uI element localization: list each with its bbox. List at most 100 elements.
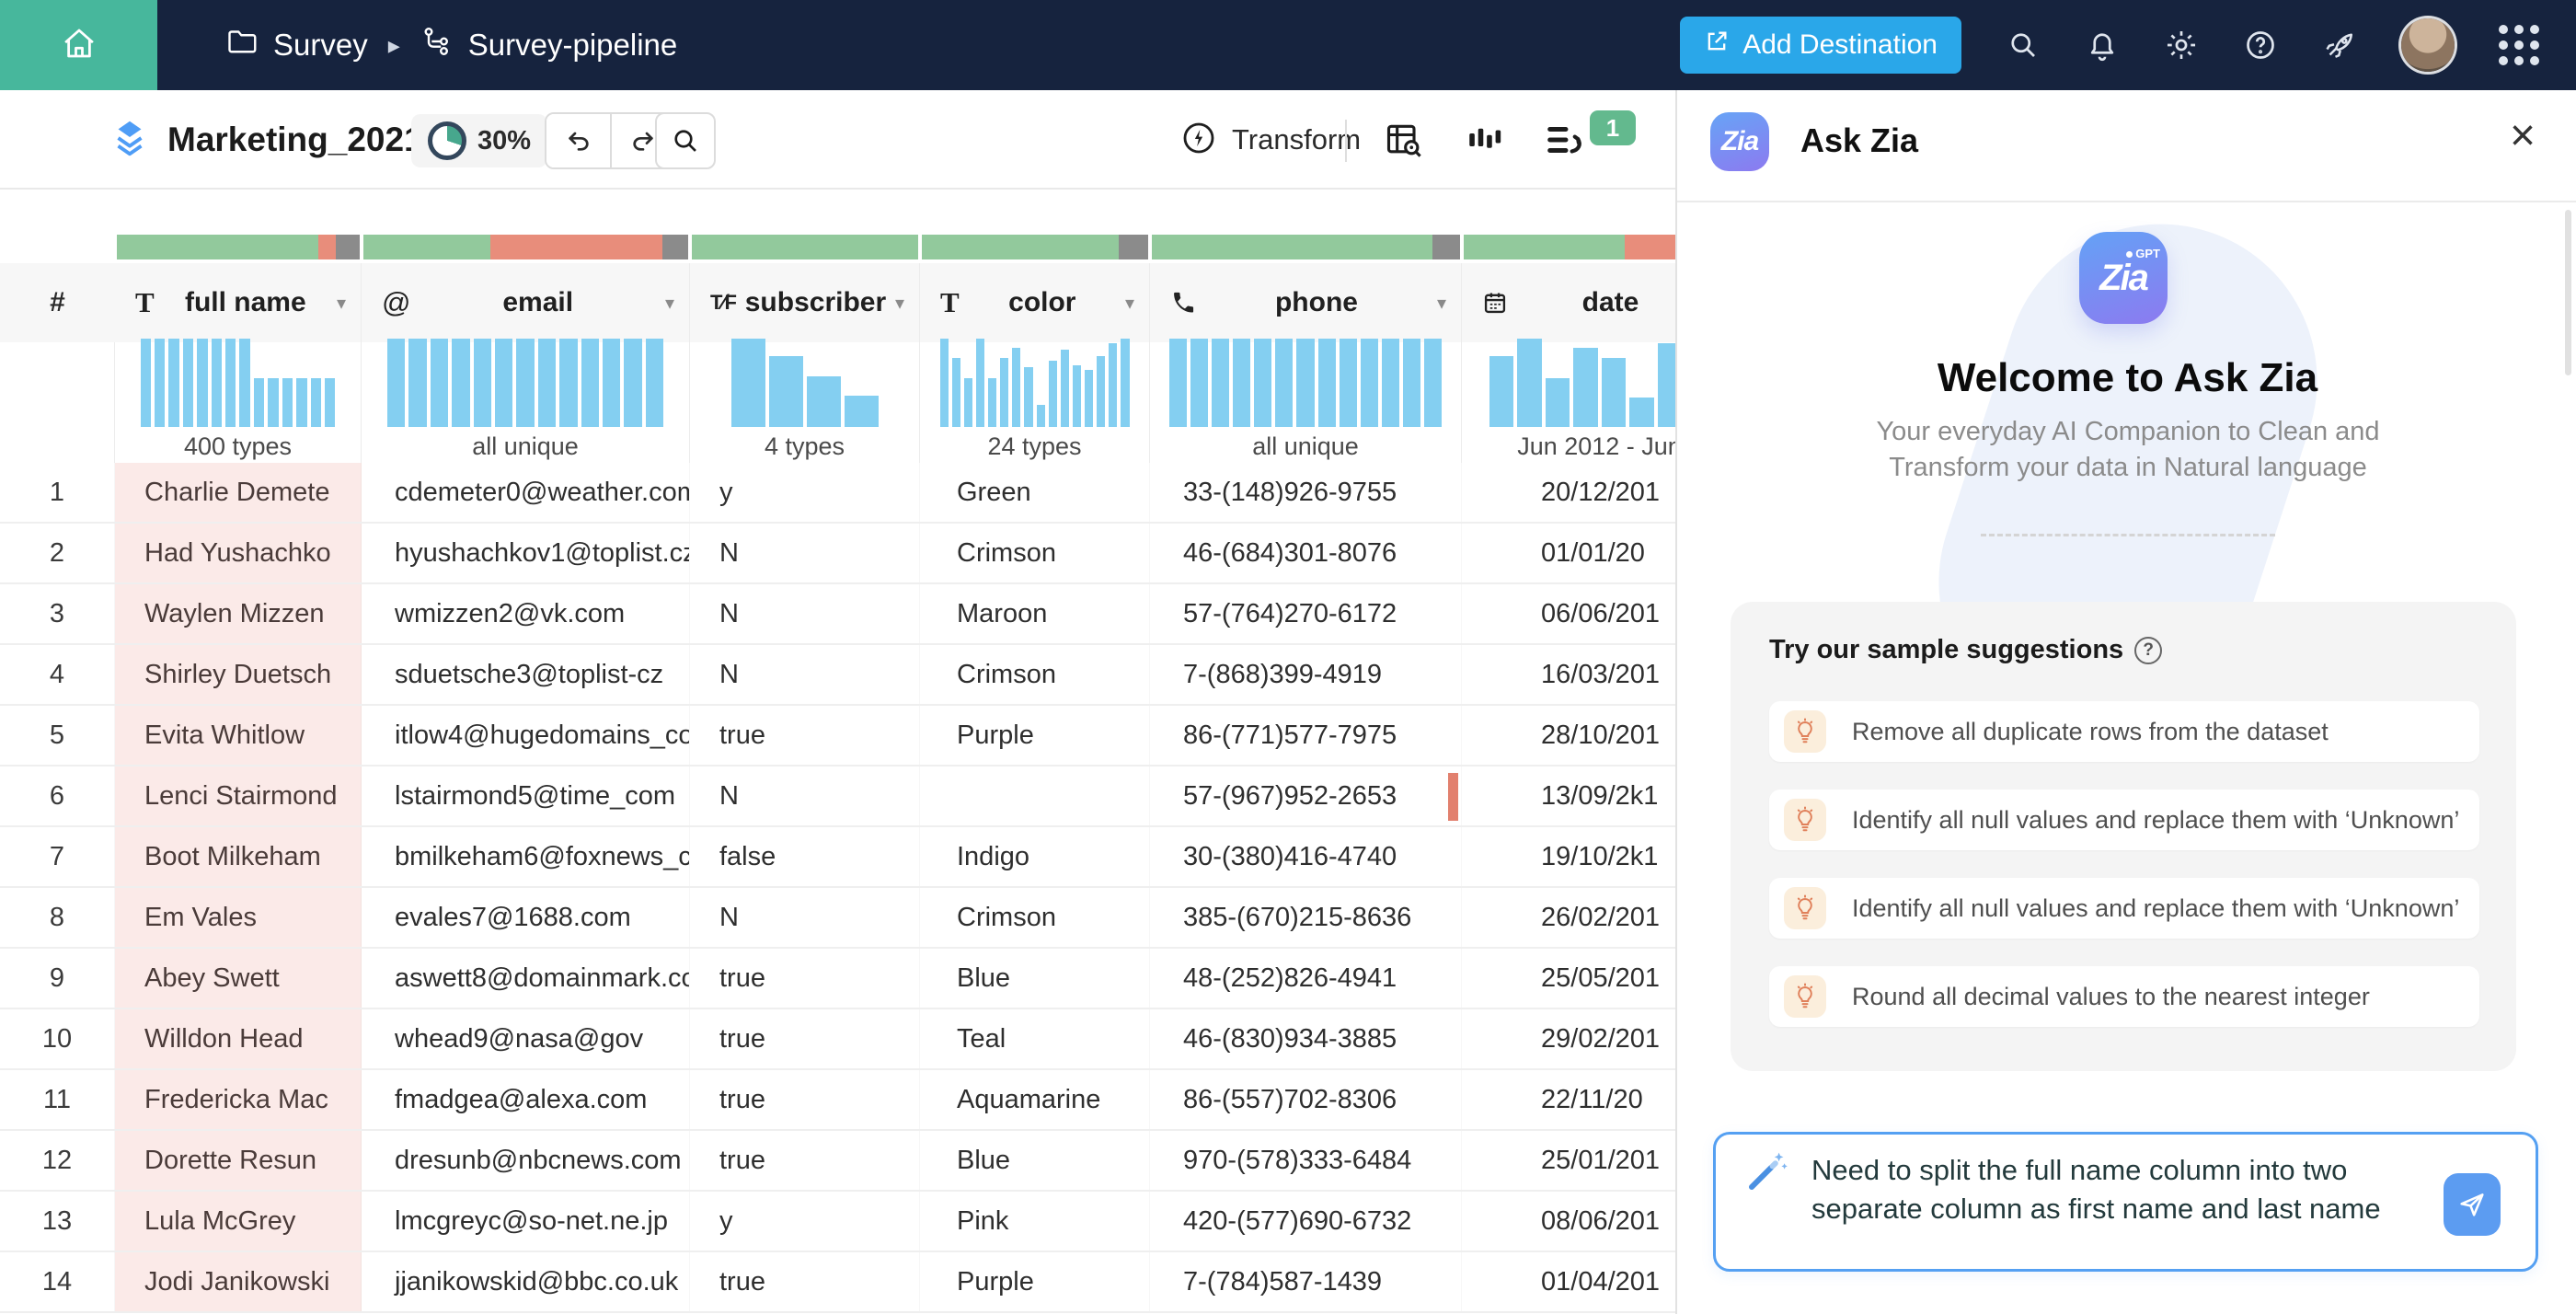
table-row[interactable]: 10Willdon Headwhead9@nasa@govtrueTeal46-… bbox=[0, 1009, 1675, 1070]
table-row[interactable]: 7Boot Milkehambmilkeham6@foxnews_cofalse… bbox=[0, 827, 1675, 888]
column-header-full-name[interactable]: Tfull name▾ bbox=[115, 263, 362, 342]
cell-full-name[interactable]: Evita Whitlow bbox=[115, 706, 362, 765]
column-header-color[interactable]: Tcolor▾ bbox=[920, 263, 1150, 342]
row-number[interactable]: 6 bbox=[0, 766, 115, 825]
cell-email[interactable]: itlow4@hugedomains_com bbox=[362, 706, 690, 765]
cell-phone[interactable]: 970-(578)333-6484 bbox=[1150, 1131, 1462, 1190]
cell-phone[interactable]: 33-(148)926-9755 bbox=[1150, 463, 1462, 522]
cell-full-name[interactable]: Em Vales bbox=[115, 888, 362, 947]
table-row[interactable]: 5Evita Whitlowitlow4@hugedomains_comtrue… bbox=[0, 706, 1675, 766]
cell-date[interactable]: 19/10/2k1 bbox=[1462, 827, 1675, 886]
cell-full-name[interactable]: Lenci Stairmond bbox=[115, 766, 362, 825]
cell-email[interactable]: hyushachkov1@toplist.cz bbox=[362, 524, 690, 582]
column-menu-caret-icon[interactable]: ▾ bbox=[1125, 292, 1134, 315]
row-number[interactable]: 4 bbox=[0, 645, 115, 704]
column-menu-caret-icon[interactable]: ▾ bbox=[1437, 292, 1446, 315]
cell-email[interactable]: evales7@1688.com bbox=[362, 888, 690, 947]
cell-phone[interactable]: 86-(557)702-8306 bbox=[1150, 1070, 1462, 1129]
cell-color[interactable]: Purple bbox=[920, 1252, 1150, 1311]
table-row[interactable]: 9Abey Swettaswett8@domainmark.comtrueBlu… bbox=[0, 949, 1675, 1009]
suggestion-card[interactable]: Identify all null values and replace the… bbox=[1769, 790, 2479, 850]
cell-subscriber[interactable]: true bbox=[690, 949, 920, 1008]
cell-date[interactable]: 01/01/20 bbox=[1462, 524, 1675, 582]
cell-full-name[interactable]: Shirley Duetsch bbox=[115, 645, 362, 704]
table-row[interactable]: 2Had Yushachkohyushachkov1@toplist.czNCr… bbox=[0, 524, 1675, 584]
cell-date[interactable]: 28/10/201 bbox=[1462, 706, 1675, 765]
home-button[interactable] bbox=[0, 0, 157, 90]
cell-phone[interactable]: 30-(380)416-4740 bbox=[1150, 827, 1462, 886]
cell-email[interactable]: lstairmond5@time_com bbox=[362, 766, 690, 825]
cell-date[interactable]: 25/01/201 bbox=[1462, 1131, 1675, 1190]
cell-date[interactable]: 29/02/201 bbox=[1462, 1009, 1675, 1068]
cell-email[interactable]: sduetsche3@toplist-cz bbox=[362, 645, 690, 704]
cell-date[interactable]: 06/06/201 bbox=[1462, 584, 1675, 643]
suggestion-card[interactable]: Remove all duplicate rows from the datas… bbox=[1769, 701, 2479, 762]
column-menu-caret-icon[interactable]: ▾ bbox=[337, 292, 346, 315]
cell-subscriber[interactable]: y bbox=[690, 1192, 920, 1251]
column-header-date[interactable]: date▾ bbox=[1462, 263, 1675, 342]
cell-date[interactable]: 16/03/201 bbox=[1462, 645, 1675, 704]
close-icon[interactable]: × bbox=[2510, 110, 2536, 161]
cell-email[interactable]: fmadgea@alexa.com bbox=[362, 1070, 690, 1129]
table-row[interactable]: 3Waylen Mizzenwmizzen2@vk.comNMaroon57-(… bbox=[0, 584, 1675, 645]
suggestion-card[interactable]: Identify all null values and replace the… bbox=[1769, 878, 2479, 939]
data-quality-pill[interactable]: 30% bbox=[411, 114, 547, 167]
cell-full-name[interactable]: Lula McGrey bbox=[115, 1192, 362, 1251]
cell-phone[interactable]: 48-(252)826-4941 bbox=[1150, 949, 1462, 1008]
cell-subscriber[interactable]: N bbox=[690, 584, 920, 643]
cell-color[interactable]: Blue bbox=[920, 1131, 1150, 1190]
column-stats-icon[interactable] bbox=[1465, 90, 1503, 190]
cell-full-name[interactable]: Fredericka Mac bbox=[115, 1070, 362, 1129]
add-destination-button[interactable]: Add Destination bbox=[1680, 17, 1961, 74]
column-header-subscriber[interactable]: T∕Fsubscriber▾ bbox=[690, 263, 920, 342]
row-number[interactable]: 5 bbox=[0, 706, 115, 765]
row-number[interactable]: 3 bbox=[0, 584, 115, 643]
cell-color[interactable]: Pink bbox=[920, 1192, 1150, 1251]
apps-grid-icon[interactable] bbox=[2499, 25, 2539, 65]
row-number[interactable]: 1 bbox=[0, 463, 115, 522]
column-histogram-date[interactable]: Jun 2012 - Jun bbox=[1462, 342, 1675, 463]
cell-full-name[interactable]: Willdon Head bbox=[115, 1009, 362, 1068]
cell-color[interactable]: Green bbox=[920, 463, 1150, 522]
cell-phone[interactable]: 57-(967)952-2653 bbox=[1150, 766, 1462, 825]
table-row[interactable]: 6Lenci Stairmondlstairmond5@time_comN 57-… bbox=[0, 766, 1675, 827]
transform-button[interactable]: Transform bbox=[1180, 90, 1361, 190]
cell-phone[interactable]: 46-(830)934-3885 bbox=[1150, 1009, 1462, 1068]
row-number[interactable]: 9 bbox=[0, 949, 115, 1008]
row-number[interactable]: 7 bbox=[0, 827, 115, 886]
cell-full-name[interactable]: Jodi Janikowski bbox=[115, 1252, 362, 1311]
undo-button[interactable] bbox=[546, 114, 610, 167]
suggestions-help-icon[interactable]: ? bbox=[2134, 637, 2162, 664]
row-number[interactable]: 13 bbox=[0, 1192, 115, 1251]
breadcrumb-pipeline[interactable]: Survey-pipeline bbox=[420, 25, 677, 65]
rocket-icon[interactable] bbox=[2322, 28, 2357, 63]
cell-color[interactable]: Aquamarine bbox=[920, 1070, 1150, 1129]
cell-full-name[interactable]: Had Yushachko bbox=[115, 524, 362, 582]
cell-date[interactable]: 20/12/201 bbox=[1462, 463, 1675, 522]
cell-subscriber[interactable]: true bbox=[690, 1009, 920, 1068]
cell-phone[interactable]: 7-(784)587-1439 bbox=[1150, 1252, 1462, 1311]
notifications-bell-icon[interactable] bbox=[2085, 28, 2120, 63]
cell-email[interactable]: bmilkeham6@foxnews_co bbox=[362, 827, 690, 886]
cell-date[interactable]: 13/09/2k1 bbox=[1462, 766, 1675, 825]
column-menu-caret-icon[interactable]: ▾ bbox=[895, 292, 904, 315]
cell-email[interactable]: cdemeter0@weather.com bbox=[362, 463, 690, 522]
table-row[interactable]: 13Lula McGreylmcgreyc@so-net.ne.jpyPink4… bbox=[0, 1192, 1675, 1252]
table-row[interactable]: 11Fredericka Macfmadgea@alexa.comtrueAqu… bbox=[0, 1070, 1675, 1131]
cell-subscriber[interactable]: N bbox=[690, 888, 920, 947]
suggestion-card[interactable]: Round all decimal values to the nearest … bbox=[1769, 966, 2479, 1027]
table-row[interactable]: 8Em Valesevales7@1688.comNCrimson385-(67… bbox=[0, 888, 1675, 949]
row-number[interactable]: 10 bbox=[0, 1009, 115, 1068]
cell-subscriber[interactable]: N bbox=[690, 766, 920, 825]
column-histogram-phone[interactable]: all unique bbox=[1150, 342, 1462, 463]
cell-color[interactable]: Indigo bbox=[920, 827, 1150, 886]
table-row[interactable]: 14Jodi Janikowskijjanikowskid@bbc.co.ukt… bbox=[0, 1252, 1675, 1313]
cell-email[interactable]: aswett8@domainmark.com bbox=[362, 949, 690, 1008]
cell-subscriber[interactable]: true bbox=[690, 1131, 920, 1190]
column-histogram-full-name[interactable]: 400 types bbox=[115, 342, 362, 463]
cell-subscriber[interactable]: false bbox=[690, 827, 920, 886]
cell-phone[interactable]: 385-(670)215-8636 bbox=[1150, 888, 1462, 947]
column-header-phone[interactable]: phone▾ bbox=[1150, 263, 1462, 342]
user-avatar[interactable] bbox=[2401, 18, 2455, 72]
table-row[interactable]: 4Shirley Duetschsduetsche3@toplist-czNCr… bbox=[0, 645, 1675, 706]
